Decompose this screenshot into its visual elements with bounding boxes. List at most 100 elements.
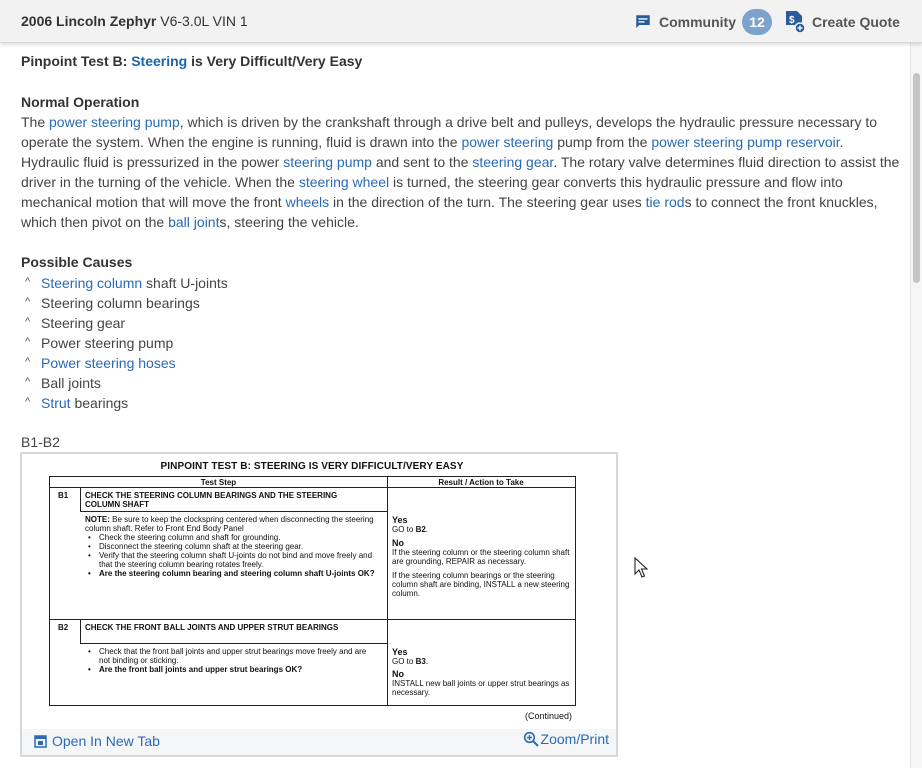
title-suffix: is Very Difficult/Very Easy [187, 53, 363, 69]
list-item: Strut bearings [21, 393, 228, 413]
no-action-1: INSTALL new ball joints or upper strut b… [392, 679, 570, 697]
step-body-b2: Check that the front ball joints and upp… [85, 647, 375, 674]
link-steering-wheel[interactable]: steering wheel [299, 174, 389, 190]
list-item: Ball joints [21, 373, 228, 393]
row-rule [50, 619, 575, 620]
link-steering-gear[interactable]: steering gear [472, 154, 553, 170]
cause-text: Steering column bearings [41, 295, 200, 311]
yes-label: Yes [392, 515, 408, 525]
step-body-b1: NOTE: Be sure to keep the clockspring ce… [85, 515, 387, 578]
link-power-steering[interactable]: power steering [461, 134, 553, 150]
step-rule [80, 511, 387, 512]
normal-operation-heading: Normal Operation [21, 94, 140, 110]
cause-text: shaft U-joints [142, 275, 228, 291]
step-list: Check the steering column and shaft for … [85, 533, 387, 578]
para-text: and sent to the [371, 154, 473, 170]
pinpoint-test-table-image: PINPOINT TEST B: STEERING IS VERY DIFFIC… [22, 454, 616, 729]
figure-label: B1-B2 [21, 434, 60, 450]
svg-text:$: $ [789, 15, 795, 26]
result-b2: Yes GO to B3. No INSTALL new ball joints… [392, 647, 572, 698]
header-rule [50, 487, 575, 488]
list-item: Verify that the steering column shaft U-… [85, 551, 387, 569]
vehicle-name: 2006 Lincoln Zephyr [21, 13, 157, 29]
yes-action: GO to B3. [392, 657, 572, 666]
list-item: Disconnect the steering column shaft at … [85, 542, 387, 551]
link-wheels[interactable]: wheels [286, 194, 330, 210]
community-button[interactable]: Community 12 [634, 9, 772, 35]
no-action-1: If the steering column or the steering c… [392, 548, 570, 566]
link-steering-pump[interactable]: steering pump [283, 154, 372, 170]
col-result: Result / Action to Take [438, 478, 524, 487]
link-steering-column[interactable]: Steering column [41, 275, 142, 291]
result-b1: Yes GO to B2. No If the steering column … [392, 515, 572, 599]
para-text: pump from the [553, 134, 652, 150]
cause-text: bearings [70, 395, 129, 411]
yes-action-end: . [425, 525, 429, 534]
step-question: Are the front ball joints and upper stru… [85, 665, 375, 674]
quote-document-icon: $ [786, 11, 806, 34]
link-strut[interactable]: Strut [41, 395, 71, 411]
para-text: in the direction of the turn. The steeri… [329, 194, 646, 210]
cause-text: Steering gear [41, 315, 126, 331]
community-label: Community [659, 14, 736, 30]
test-table: Test Step Result / Action to Take B1 CHE… [49, 476, 576, 706]
normal-operation-paragraph: The power steering pump, which is driven… [21, 112, 901, 232]
create-quote-button[interactable]: $ Create Quote [784, 9, 900, 35]
col-test-step: Test Step [200, 478, 237, 487]
step-id-b2: B2 [58, 623, 69, 632]
list-item: Power steering pump [21, 333, 228, 353]
yes-action-end: . [425, 657, 429, 666]
link-power-steering-hoses[interactable]: Power steering hoses [41, 355, 176, 371]
community-count-badge: 12 [742, 9, 772, 35]
zoom-print-link[interactable]: Zoom/Print [523, 731, 609, 747]
continued-note: (Continued) [524, 711, 572, 721]
no-label: No [392, 538, 404, 548]
open-in-new-tab-link[interactable]: Open In New Tab [34, 733, 160, 749]
note-label: NOTE: [85, 515, 110, 524]
mouse-cursor-icon [634, 557, 648, 578]
link-tie-rod[interactable]: tie rod [646, 194, 685, 210]
possible-causes-heading: Possible Causes [21, 254, 133, 270]
open-in-new-tab-label: Open In New Tab [52, 733, 160, 749]
vertical-scrollbar[interactable] [910, 43, 922, 768]
pinpoint-test-figure[interactable]: PINPOINT TEST B: STEERING IS VERY DIFFIC… [20, 452, 618, 757]
top-bar: 2006 Lincoln Zephyr V6-3.0L VIN 1 Commun… [0, 0, 922, 43]
step-heading-b1: CHECK THE STEERING COLUMN BEARINGS AND T… [85, 491, 338, 509]
cause-text: Ball joints [41, 375, 101, 391]
yes-action-text: GO to [392, 657, 416, 666]
figure-footer: Open In New Tab Zoom/Print [22, 729, 616, 755]
chat-icon [636, 15, 650, 28]
list-item: Steering gear [21, 313, 228, 333]
table-title: PINPOINT TEST B: STEERING IS VERY DIFFIC… [160, 461, 464, 472]
possible-causes-list: Steering column shaft U-joints Steering … [21, 273, 228, 413]
zoom-print-label: Zoom/Print [540, 731, 609, 747]
link-power-steering-pump[interactable]: power steering pump [49, 114, 180, 130]
link-ball-joint[interactable]: ball joint [168, 214, 219, 230]
title-prefix: Pinpoint Test B: [21, 53, 132, 69]
title-steering-link[interactable]: Steering [131, 53, 187, 69]
note-text: NOTE: Be sure to keep the clockspring ce… [85, 515, 387, 533]
scrollbar-thumb[interactable] [913, 73, 920, 283]
yes-target: B2 [415, 525, 426, 534]
para-text: The [21, 114, 50, 130]
list-item: Check the steering column and shaft for … [85, 533, 387, 542]
page-title: Pinpoint Test B: Steering is Very Diffic… [21, 53, 362, 69]
list-item: Check that the front ball joints and upp… [85, 647, 375, 665]
yes-action: GO to B2. [392, 525, 572, 534]
no-label: No [392, 669, 404, 679]
list-item: Steering column bearings [21, 293, 228, 313]
create-quote-label: Create Quote [812, 14, 900, 30]
step-question: Are the steering column bearing and stee… [85, 569, 387, 578]
list-item: Steering column shaft U-joints [21, 273, 228, 293]
cause-text: Power steering pump [41, 335, 174, 351]
yes-target: B3 [415, 657, 426, 666]
list-item: Power steering hoses [21, 353, 228, 373]
new-tab-icon [34, 734, 47, 748]
step-list: Check that the front ball joints and upp… [85, 647, 375, 674]
link-power-steering-pump-reservoir[interactable]: power steering pump reservoir [651, 134, 839, 150]
no-action-2: If the steering column bearings or the s… [392, 571, 570, 598]
step-rule [80, 643, 387, 644]
vehicle-engine: V6-3.0L VIN 1 [156, 13, 248, 29]
article-content: Pinpoint Test B: Steering is Very Diffic… [0, 43, 910, 768]
yes-label: Yes [392, 647, 408, 657]
